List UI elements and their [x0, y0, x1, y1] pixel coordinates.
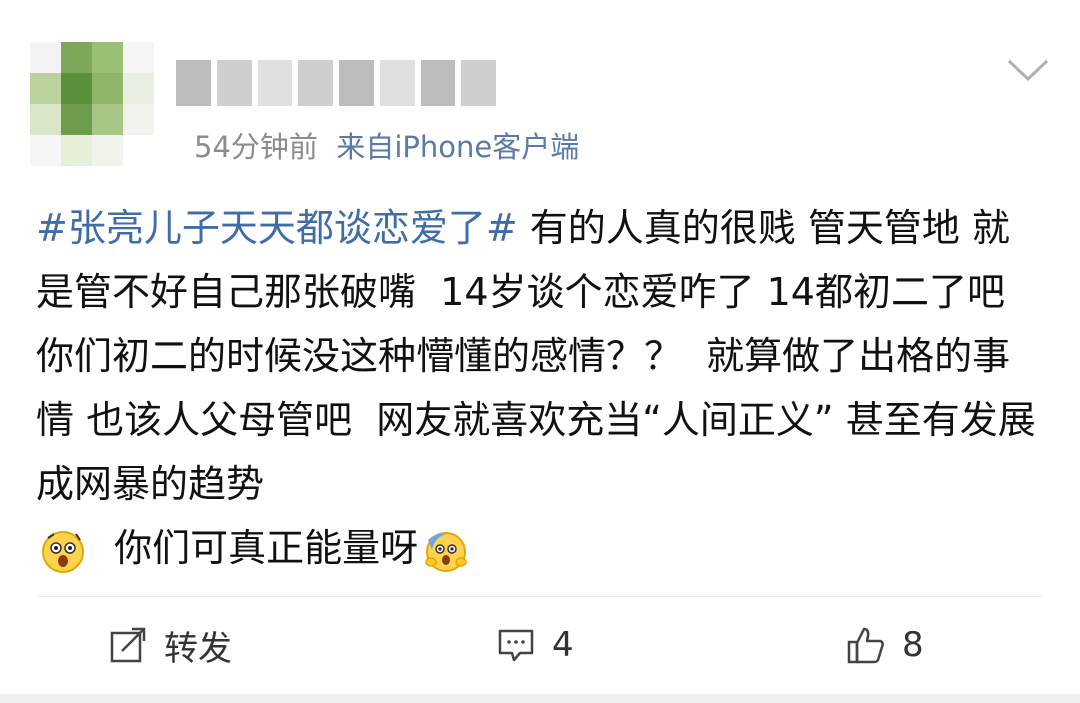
- divider: [38, 596, 1042, 597]
- like-button[interactable]: 8: [846, 622, 924, 668]
- chevron-down-icon: [1007, 59, 1049, 82]
- avatar[interactable]: [30, 42, 154, 166]
- shocked-face-emoji-icon: [40, 528, 86, 574]
- repost-button[interactable]: 转发: [108, 622, 232, 669]
- post-tail-text: 你们可真正能量呀: [90, 526, 419, 570]
- post-time: 54分钟前: [194, 130, 318, 164]
- weibo-post: 54分钟前 来自iPhone客户端 #张亮儿子天天都谈恋爱了# 有的人真的很贱 …: [0, 0, 1080, 703]
- comment-icon: [498, 629, 534, 662]
- topic-hashtag[interactable]: #张亮儿子天天都谈恋爱了#: [36, 206, 518, 250]
- comment-count: 4: [552, 625, 574, 665]
- post-source[interactable]: 来自iPhone客户端: [336, 130, 579, 164]
- like-count: 8: [902, 625, 924, 665]
- scared-face-emoji-icon: [422, 528, 468, 574]
- post-content: #张亮儿子天天都谈恋爱了# 有的人真的很贱 管天管地 就是管不好自己那张破嘴 1…: [36, 196, 1046, 580]
- post-meta: 54分钟前 来自iPhone客户端: [194, 124, 579, 166]
- repost-label: 转发: [164, 628, 232, 669]
- post-text: 有的人真的很贱 管天管地 就是管不好自己那张破嘴 14岁谈个恋爱咋了 14都初二…: [36, 206, 1042, 506]
- repost-icon: [110, 627, 146, 663]
- comment-button[interactable]: 4: [496, 622, 574, 668]
- thumbs-up-icon: [847, 627, 884, 664]
- bottom-separator: [0, 694, 1080, 703]
- more-options-button[interactable]: [1003, 55, 1053, 87]
- username-blurred[interactable]: [176, 58, 496, 108]
